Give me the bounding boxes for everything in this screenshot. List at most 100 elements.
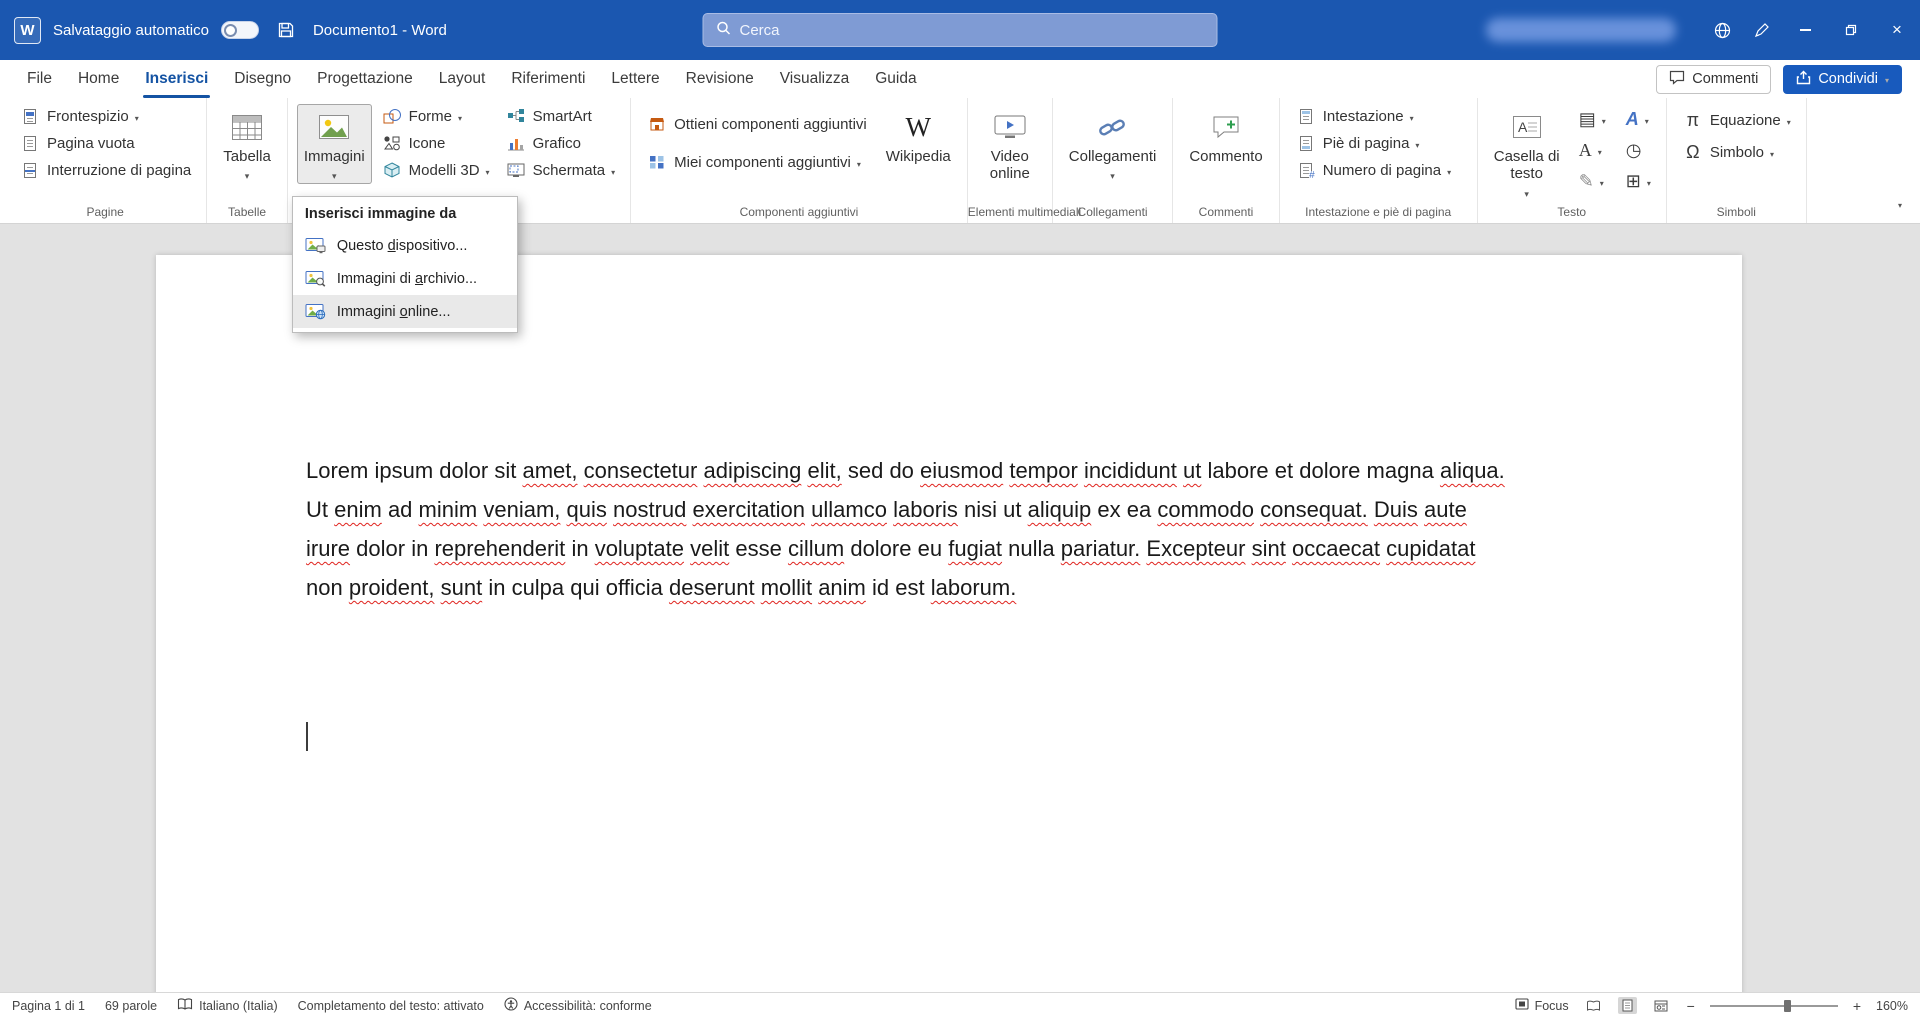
drop-cap-button[interactable]: A [1573, 137, 1612, 164]
tab-layout[interactable]: Layout [426, 60, 499, 98]
word: ea [1127, 497, 1151, 522]
search-box[interactable] [703, 13, 1218, 47]
button-label: Numero di pagina [1323, 162, 1441, 179]
menu-item-online-image[interactable]: Immagini online... [293, 295, 517, 328]
blank-page-button[interactable]: Pagina vuota [13, 131, 197, 155]
wordart-icon: A [1626, 109, 1639, 130]
zoom-out-button[interactable]: − [1685, 998, 1697, 1014]
cover-page-button[interactable]: Frontespizio [13, 104, 197, 128]
read-mode-button[interactable] [1582, 998, 1605, 1014]
icons-button[interactable]: Icone [375, 131, 496, 155]
tab-guida[interactable]: Guida [862, 60, 929, 98]
web-layout-button[interactable] [1650, 998, 1672, 1014]
word: aliquip [1028, 497, 1092, 522]
shapes-button[interactable]: Forme [375, 104, 496, 128]
titlebar-left: W Salvataggio automatico Documento1 - Wo… [0, 0, 447, 60]
tab-inserisci[interactable]: Inserisci [132, 60, 221, 98]
zoom-in-button[interactable]: + [1851, 998, 1863, 1014]
tab-revisione[interactable]: Revisione [673, 60, 767, 98]
smartart-button[interactable]: SmartArt [499, 104, 622, 128]
comments-button[interactable]: Commenti [1656, 65, 1771, 94]
text-completion-status[interactable]: Completamento del testo: attivato [298, 999, 484, 1013]
get-addins-button[interactable]: Ottieni componenti aggiuntivi [640, 112, 873, 136]
equation-button[interactable]: π Equazione [1676, 108, 1797, 132]
group-label: Simboli [1667, 205, 1806, 219]
language-status[interactable]: Italiano (Italia) [177, 998, 278, 1014]
tab-lettere[interactable]: Lettere [598, 60, 672, 98]
tab-home[interactable]: Home [65, 60, 132, 98]
close-button[interactable]: × [1874, 0, 1920, 60]
date-time-button[interactable]: ◷ [1620, 137, 1657, 164]
word-count-status[interactable]: 69 parole [105, 999, 157, 1013]
links-button[interactable]: Collegamenti [1062, 104, 1164, 184]
share-button[interactable]: Condividi [1783, 65, 1902, 94]
chevron-down-icon [486, 162, 490, 179]
word: nostrud [613, 497, 686, 522]
redacted-user-scribble [1486, 18, 1676, 42]
word: laborum. [931, 575, 1017, 600]
minimize-button[interactable] [1782, 0, 1828, 60]
new-comment-button[interactable]: Commento [1182, 104, 1269, 168]
word: reprehenderit [434, 536, 565, 561]
my-addins-button[interactable]: Miei componenti aggiuntivi [640, 150, 873, 174]
page-count-status[interactable]: Pagina 1 di 1 [12, 999, 85, 1013]
wikipedia-button[interactable]: W Wikipedia [879, 104, 958, 168]
page-break-button[interactable]: Interruzione di pagina [13, 158, 197, 182]
group-collegamenti: Collegamenti Collegamenti [1053, 98, 1174, 223]
zoom-slider[interactable] [1710, 1005, 1838, 1007]
word: pariatur. [1061, 536, 1141, 561]
accessibility-label: Accessibilità: conforme [524, 999, 652, 1013]
collapse-ribbon-button[interactable] [1884, 195, 1916, 223]
screenshot-button[interactable]: Schermata [499, 158, 622, 182]
chevron-down-icon [1447, 162, 1451, 179]
object-button[interactable]: ⊞ [1620, 168, 1657, 195]
pen-mode-icon[interactable] [1742, 0, 1782, 60]
autosave-toggle[interactable] [221, 21, 259, 39]
word: ullamco [811, 497, 887, 522]
menu-item-device-image[interactable]: Questo dispositivo... [293, 229, 517, 262]
signature-line-button[interactable]: ✎ [1573, 168, 1612, 195]
header-button[interactable]: Intestazione [1289, 104, 1457, 128]
search-input[interactable] [740, 22, 1205, 39]
3d-models-button[interactable]: Modelli 3D [375, 158, 496, 182]
chart-button[interactable]: Grafico [499, 131, 622, 155]
restore-button[interactable] [1828, 0, 1874, 60]
menu-item-stock-image[interactable]: Immagini di archivio... [293, 262, 517, 295]
table-icon [232, 110, 262, 144]
page-number-button[interactable]: Numero di pagina [1289, 158, 1457, 182]
word: non [306, 575, 343, 600]
tab-file[interactable]: File [14, 60, 65, 98]
print-layout-button[interactable] [1618, 997, 1637, 1014]
wordart-button[interactable]: A [1620, 106, 1657, 133]
word: consequat. [1260, 497, 1368, 522]
tab-progettazione[interactable]: Progettazione [304, 60, 426, 98]
share-icon [1796, 70, 1811, 89]
network-icon[interactable] [1702, 0, 1742, 60]
insert-image-menu-header: Inserisci immagine da [293, 197, 517, 229]
tab-riferimenti[interactable]: Riferimenti [498, 60, 598, 98]
quick-parts-button[interactable]: ▤ [1573, 106, 1612, 133]
tab-visualizza[interactable]: Visualizza [767, 60, 863, 98]
focus-mode-button[interactable]: Focus [1515, 998, 1569, 1013]
word: deserunt [669, 575, 755, 600]
word: nisi [964, 497, 997, 522]
table-button[interactable]: Tabella [216, 104, 278, 184]
document-page[interactable]: Lorem ipsum dolor sit amet, consectetur … [156, 255, 1742, 992]
online-video-button[interactable]: Video online [977, 104, 1043, 186]
word: quis [567, 497, 607, 522]
text-box-button[interactable]: A Casella di testo [1487, 104, 1567, 202]
word: elit, [807, 458, 841, 483]
tab-disegno[interactable]: Disegno [221, 60, 304, 98]
footer-button[interactable]: Piè di pagina [1289, 131, 1457, 155]
symbol-button[interactable]: Ω Simbolo [1676, 140, 1797, 164]
word-app-icon[interactable]: W [14, 17, 41, 44]
zoom-slider-thumb[interactable] [1784, 1000, 1791, 1012]
button-label: Ottieni componenti aggiuntivi [674, 116, 867, 133]
tabs-right-buttons: Commenti Condividi [1656, 65, 1920, 94]
zoom-level[interactable]: 160% [1876, 999, 1908, 1013]
save-icon[interactable] [271, 0, 301, 60]
footer-icon [1295, 134, 1317, 152]
accessibility-status[interactable]: Accessibilità: conforme [504, 997, 652, 1014]
pictures-button[interactable]: Immagini [297, 104, 372, 184]
group-simboli: π Equazione Ω Simbolo Simboli [1667, 98, 1807, 223]
